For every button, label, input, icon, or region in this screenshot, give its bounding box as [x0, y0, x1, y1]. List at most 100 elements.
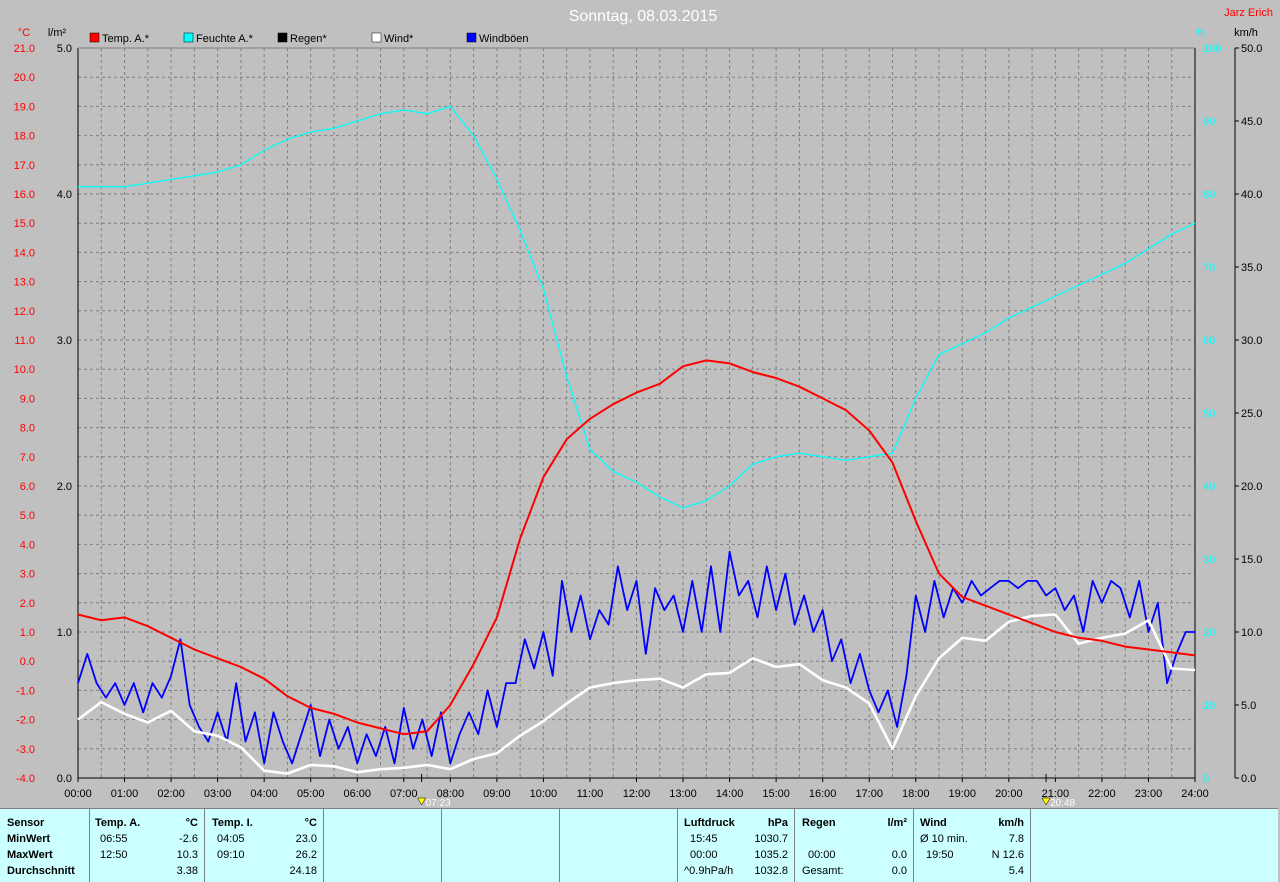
rain-tick-label: 4.0 [57, 189, 72, 201]
temp-i-min-time: 04:05 [217, 833, 245, 845]
wind-tick-label: 35.0 [1241, 262, 1262, 274]
x-tick-label: 16:00 [809, 788, 837, 800]
temp-tick-label: 14.0 [14, 247, 35, 259]
temp-tick-label: 11.0 [14, 335, 35, 347]
weather-chart: Sonntag, 08.03.2015 Jarz Erich 00:00 01:0… [0, 0, 1280, 808]
stats-col-empty-3 [560, 809, 678, 882]
temp-i-unit: °C [304, 817, 317, 829]
temp-tick-label: -4.0 [16, 773, 35, 785]
sensor-header: Sensor [7, 817, 45, 829]
x-tick-label: 03:00 [204, 788, 232, 800]
wind-tick-label: 30.0 [1241, 335, 1262, 347]
temp-tick-label: -1.0 [16, 685, 35, 697]
humidity-tick-label: 0 [1203, 773, 1209, 785]
rain-tick-label: 0.0 [57, 773, 72, 785]
chart-title: Sonntag, 08.03.2015 [569, 8, 718, 25]
pressure-average: 1032.8 [754, 865, 788, 877]
stats-col-sensor: Sensor MinWert MaxWert Durchschnitt [0, 809, 90, 882]
stats-col-temp-i: Temp. I. °C 04:05 23.0 09:10 26.2 24.18 [205, 809, 324, 882]
x-tick-label: 00:00 [64, 788, 92, 800]
temp-i-max-value: 26.2 [295, 849, 317, 861]
wind-average: 5.4 [1008, 865, 1024, 877]
temp-a-average: 3.38 [176, 865, 198, 877]
humidity-axis-unit: % [1195, 27, 1205, 39]
stats-col-wind: Wind km/h Ø 10 min. 7.8 19:50 N 12.6 5.4 [914, 809, 1031, 882]
legend-swatch [89, 32, 100, 43]
rain-axis-unit: l/m² [48, 27, 67, 39]
temp-i-average: 24.18 [289, 865, 317, 877]
temp-tick-label: 21.0 [14, 43, 35, 55]
temp-tick-label: 5.0 [20, 510, 35, 522]
legend-swatch [371, 32, 382, 43]
rain-tick-label: 3.0 [57, 335, 72, 347]
x-tick-label: 12:00 [623, 788, 651, 800]
humidity-tick-label: 100 [1203, 43, 1221, 55]
temp-tick-label: 10.0 [14, 364, 35, 376]
wind-tick-label: 15.0 [1241, 554, 1262, 566]
rain-header: Regen [802, 817, 836, 829]
x-tick-label: 18:00 [902, 788, 930, 800]
temp-tick-label: 12.0 [14, 306, 35, 318]
statistics-table: Sensor MinWert MaxWert Durchschnitt Temp… [0, 808, 1278, 882]
legend-swatch [277, 32, 288, 43]
rain-unit: l/m² [887, 817, 907, 829]
wind-axis-unit: km/h [1234, 27, 1258, 39]
temp-a-max-value: 10.3 [176, 849, 198, 861]
temp-tick-label: 17.0 [14, 160, 35, 172]
wind-tick-label: 5.0 [1241, 700, 1256, 712]
temp-tick-label: 20.0 [14, 72, 35, 84]
wind-unit: km/h [998, 817, 1024, 829]
row-label-min: MinWert [7, 833, 51, 845]
legend-swatch [466, 32, 477, 43]
rain-tick-label: 1.0 [57, 627, 72, 639]
x-tick-label: 15:00 [762, 788, 790, 800]
stats-col-empty-1 [324, 809, 442, 882]
x-tick-label: 22:00 [1088, 788, 1116, 800]
x-tick-label: 10:00 [530, 788, 558, 800]
wind-tick-label: 20.0 [1241, 481, 1262, 493]
rain-tick-label: 5.0 [57, 43, 72, 55]
wind-tick-label: 40.0 [1241, 189, 1262, 201]
temp-a-min-value: -2.6 [179, 833, 198, 845]
stats-col-rain: Regen l/m² 00:00 0.0 Gesamt: 0.0 [795, 809, 914, 882]
temp-i-min-value: 23.0 [295, 833, 317, 845]
rain-max-value: 0.0 [891, 849, 907, 861]
temp-tick-label: -2.0 [16, 715, 35, 727]
x-tick-label: 07:00 [390, 788, 418, 800]
stats-col-pressure: Luftdruck hPa 15:45 1030.7 00:00 1035.2 … [678, 809, 795, 882]
wind-tick-label: 0.0 [1241, 773, 1256, 785]
stats-col-temp-a: Temp. A. °C 06:55 -2.6 12:50 10.3 3.38 [90, 809, 205, 882]
legend-label: Windböen [479, 33, 529, 45]
humidity-tick-label: 20 [1203, 627, 1215, 639]
row-label-avg: Durchschnitt [7, 865, 75, 877]
x-tick-label: 23:00 [1135, 788, 1163, 800]
temp-tick-label: 1.0 [20, 627, 35, 639]
x-tick-label: 17:00 [855, 788, 883, 800]
temp-tick-label: 9.0 [20, 393, 35, 405]
x-tick-label: 02:00 [157, 788, 185, 800]
temp-tick-label: 3.0 [20, 569, 35, 581]
temp-tick-label: 18.0 [14, 131, 35, 143]
humidity-tick-label: 30 [1203, 554, 1215, 566]
pressure-max-time: 00:00 [690, 849, 718, 861]
rain-tick-label: 2.0 [57, 481, 72, 493]
temp-a-max-time: 12:50 [100, 849, 128, 861]
author-label: Jarz Erich [1224, 7, 1273, 19]
temp-tick-label: -3.0 [16, 744, 35, 756]
sun-marker-label: 07:23 [426, 798, 451, 808]
row-label-max: MaxWert [7, 849, 53, 861]
temp-tick-label: 2.0 [20, 598, 35, 610]
wind-tick-label: 25.0 [1241, 408, 1262, 420]
wind-max-time: 19:50 [926, 849, 954, 861]
wind-tick-label: 45.0 [1241, 116, 1262, 128]
temp-tick-label: 7.0 [20, 452, 35, 464]
wind-tick-label: 50.0 [1241, 43, 1262, 55]
x-tick-label: 06:00 [343, 788, 371, 800]
sun-marker-label: 20:48 [1050, 798, 1075, 808]
humidity-tick-label: 50 [1203, 408, 1215, 420]
x-tick-label: 20:00 [995, 788, 1023, 800]
x-tick-label: 05:00 [297, 788, 325, 800]
legend-label: Wind* [384, 33, 414, 45]
rain-max-time: 00:00 [808, 849, 836, 861]
pressure-min-time: 15:45 [690, 833, 718, 845]
